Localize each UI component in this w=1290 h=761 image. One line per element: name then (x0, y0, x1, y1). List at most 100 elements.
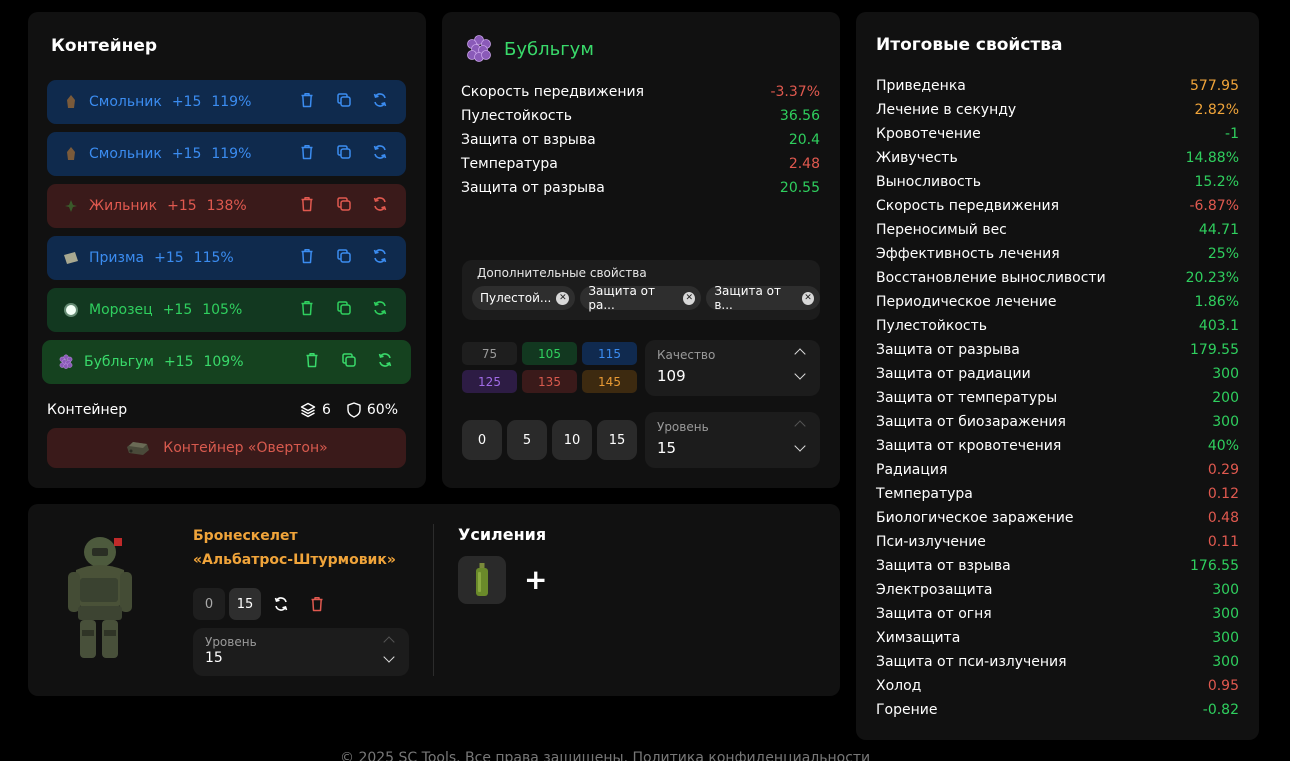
artifact-row[interactable]: Бубльгум +15 109% (42, 340, 411, 384)
level-preset-button[interactable]: 10 (552, 420, 592, 460)
armor-name-line2: «Альбатрос-Штурмовик» (193, 552, 396, 568)
armor-level-min-button[interactable]: 0 (193, 588, 225, 620)
trash-icon[interactable] (300, 144, 318, 162)
armor-delete-button[interactable] (301, 588, 333, 620)
chevron-up-icon[interactable] (794, 348, 806, 360)
total-stat-label: Химзащита (876, 630, 961, 646)
total-stat-label: Защита от температуры (876, 390, 1058, 406)
total-stat-row: Электрозащита 300 (876, 578, 1239, 602)
stat-value: 36.56 (779, 108, 820, 124)
swap-icon[interactable] (372, 248, 390, 266)
chevron-up-icon[interactable] (383, 636, 395, 648)
total-stat-label: Переносимый вес (876, 222, 1007, 238)
armor-swap-button[interactable] (265, 588, 297, 620)
trash-icon[interactable] (300, 196, 318, 214)
total-stat-label: Горение (876, 702, 938, 718)
quality-preset-button[interactable]: 125 (462, 370, 517, 393)
swap-icon[interactable] (372, 300, 390, 318)
total-stat-value: 15.2% (1194, 174, 1239, 190)
total-stat-label: Пси-излучение (876, 534, 986, 550)
total-stat-row: Кровотечение -1 (876, 122, 1239, 146)
total-stat-row: Пулестойкость 403.1 (876, 314, 1239, 338)
total-stat-row: Химзащита 300 (876, 626, 1239, 650)
total-stat-row: Биологическое заражение 0.48 (876, 506, 1239, 530)
swap-icon[interactable] (372, 92, 390, 110)
copy-icon[interactable] (341, 352, 359, 370)
total-stat-value: 0.95 (1207, 678, 1239, 694)
trash-icon[interactable] (305, 352, 323, 370)
extra-properties: Дополнительные свойства Пулестой... ✕ Защи… (462, 260, 820, 320)
container-summary-label: Контейнер (47, 402, 128, 418)
trash-icon[interactable] (300, 300, 318, 318)
level-preset-button[interactable]: 15 (597, 420, 637, 460)
armor-level-max-button[interactable]: 15 (229, 588, 261, 620)
total-stat-row: Температура 0.12 (876, 482, 1239, 506)
stat-label: Температура (461, 156, 558, 172)
total-stat-row: Защита от разрыва 179.55 (876, 338, 1239, 362)
level-preset-button[interactable]: 0 (462, 420, 502, 460)
copy-icon[interactable] (336, 248, 354, 266)
artifact-row-level: +15 (167, 198, 197, 214)
trash-icon[interactable] (300, 248, 318, 266)
total-stat-row: Эффективность лечения 25% (876, 242, 1239, 266)
container-select-button[interactable]: Контейнер «Овертон» (47, 428, 406, 468)
swap-icon[interactable] (377, 352, 395, 370)
total-stat-row: Лечение в секунду 2.82% (876, 98, 1239, 122)
container-name: Контейнер «Овертон» (163, 440, 328, 456)
extra-property-chip[interactable]: Защита от ра... ✕ (580, 284, 702, 312)
copy-icon[interactable] (336, 300, 354, 318)
total-stat-value: 577.95 (1190, 78, 1239, 94)
copy-icon[interactable] (336, 92, 354, 110)
total-stat-value: 300 (1212, 630, 1239, 646)
boost-slot[interactable] (458, 556, 506, 604)
chevron-down-icon[interactable] (383, 651, 395, 663)
copy-icon[interactable] (336, 196, 354, 214)
total-stat-value: -1 (1225, 126, 1239, 142)
artifact-row-name: Морозец (89, 302, 153, 318)
close-icon[interactable]: ✕ (683, 291, 696, 305)
artifact-row[interactable]: Призма +15 115% (47, 236, 406, 280)
quality-preset-button[interactable]: 75 (462, 342, 517, 365)
quality-preset-button[interactable]: 105 (522, 342, 577, 365)
quality-preset-button[interactable]: 115 (582, 342, 637, 365)
quality-select[interactable]: Качество 109 (645, 340, 820, 396)
total-stat-row: Защита от кровотечения 40% (876, 434, 1239, 458)
chip-label: Защита от ра... (588, 284, 655, 312)
chevron-down-icon[interactable] (794, 440, 806, 452)
trash-icon[interactable] (300, 92, 318, 110)
trash-icon (311, 597, 323, 612)
totals-list: Приведенка 577.95 Лечение в секунду 2.82% Кр… (876, 74, 1239, 722)
artifact-row[interactable]: Смольник +15 119% (47, 132, 406, 176)
add-boost-button[interactable]: + (524, 565, 547, 595)
stat-value: 20.4 (788, 132, 820, 148)
copy-icon[interactable] (336, 144, 354, 162)
artifact-level-select[interactable]: Уровень 15 (645, 412, 820, 468)
swap-icon[interactable] (372, 196, 390, 214)
quality-preset-button[interactable]: 145 (582, 370, 637, 393)
total-stat-value: 179.55 (1190, 342, 1239, 358)
artifact-stat-row: Температура 2.48 (461, 152, 820, 176)
artifact-row[interactable]: Жильник +15 138% (47, 184, 406, 228)
artifact-row[interactable]: Морозец +15 105% (47, 288, 406, 332)
chevron-down-icon[interactable] (794, 368, 806, 380)
total-stat-value: 20.23% (1185, 270, 1239, 286)
artifact-row-level: +15 (171, 94, 202, 110)
total-stat-label: Восстановление выносливости (876, 270, 1106, 286)
armor-level-value: 15 (205, 650, 223, 666)
extra-property-chip[interactable]: Защита от в... ✕ (706, 284, 820, 312)
close-icon[interactable]: ✕ (556, 291, 570, 305)
armor-level-select[interactable]: Уровень 15 (193, 628, 409, 676)
bubblegum-icon (467, 35, 491, 62)
chevron-up-icon[interactable] (794, 420, 806, 432)
close-icon[interactable]: ✕ (801, 291, 814, 305)
total-stat-row: Радиация 0.29 (876, 458, 1239, 482)
total-stat-label: Приведенка (876, 78, 966, 94)
total-stat-value: 44.71 (1198, 222, 1239, 238)
extra-property-chip[interactable]: Пулестой... ✕ (472, 286, 576, 310)
artifact-row[interactable]: Смольник +15 119% (47, 80, 406, 124)
artifact-row-quality: 138% (206, 198, 247, 214)
artifact-stat-row: Пулестойкость 36.56 (461, 104, 820, 128)
level-preset-button[interactable]: 5 (507, 420, 547, 460)
quality-preset-button[interactable]: 135 (522, 370, 577, 393)
swap-icon[interactable] (372, 144, 390, 162)
